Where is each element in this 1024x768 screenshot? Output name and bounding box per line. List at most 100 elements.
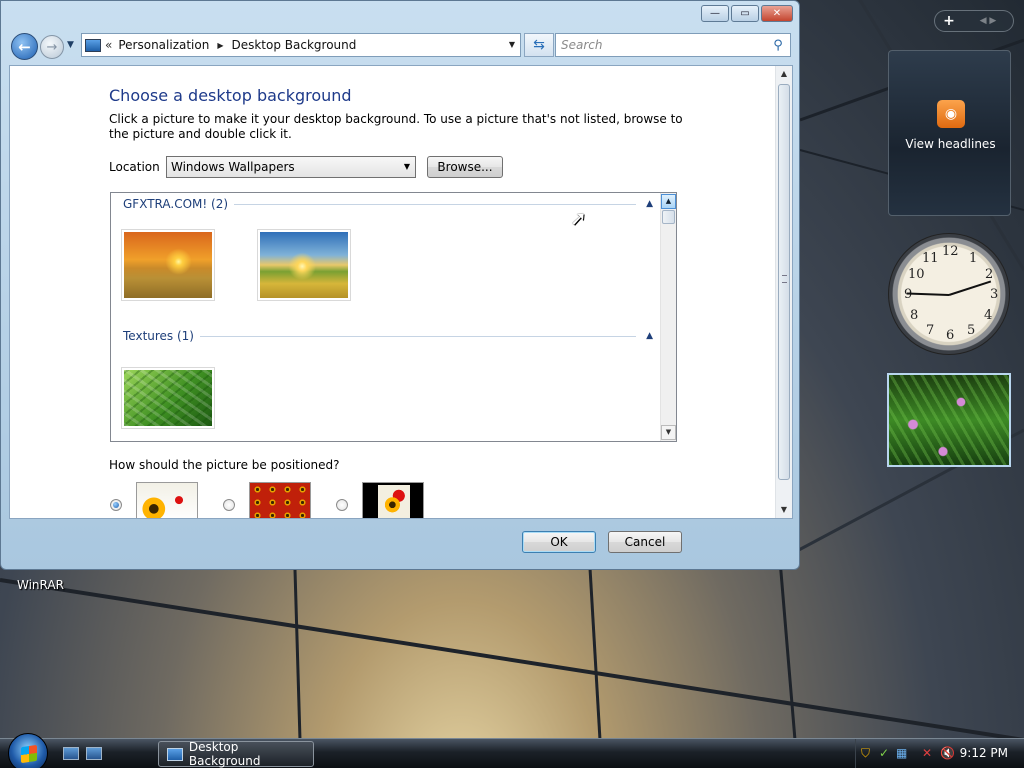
clock-numeral: 1 xyxy=(969,251,978,266)
feed-link[interactable]: View headlines xyxy=(889,137,1012,151)
cancel-button[interactable]: Cancel xyxy=(608,531,682,553)
position-fill-image[interactable] xyxy=(136,482,198,518)
picture-list: GFXTRA.COM! (2) ▲ Textures (1) ▲ ▲ ▼ xyxy=(110,192,677,442)
content-scroll-thumb[interactable] xyxy=(778,84,790,480)
search-icon[interactable]: ⚲ xyxy=(766,38,790,53)
close-button[interactable]: ✕ xyxy=(761,5,793,22)
breadcrumb-personalization[interactable]: Personalization xyxy=(118,38,209,52)
rss-icon: ◉ xyxy=(937,100,965,128)
group-divider xyxy=(200,335,637,337)
browse-button[interactable]: Browse... xyxy=(427,156,503,178)
start-button[interactable] xyxy=(8,733,48,768)
clock-numeral: 12 xyxy=(942,244,959,259)
network-icon[interactable]: ▦ xyxy=(896,746,907,760)
position-center-image[interactable] xyxy=(362,482,424,518)
content-pane: Choose a desktop background Click a pict… xyxy=(9,65,793,519)
group-name: GFXTRA.COM! (2) xyxy=(123,197,229,211)
sunrise-image xyxy=(260,232,348,298)
maximize-button[interactable]: ▭ xyxy=(731,5,759,22)
security-shield-icon[interactable]: ⛉ xyxy=(861,746,870,761)
wallpaper-thumbnail-sunrise[interactable] xyxy=(257,229,351,301)
clock-numeral: 5 xyxy=(967,323,976,338)
control-panel-icon xyxy=(167,747,183,761)
control-panel-icon xyxy=(85,38,101,52)
navigation-bar: ← → ▼ « Personalization ▶ Desktop Backgr… xyxy=(9,31,793,60)
sunset-image xyxy=(124,232,212,298)
sidebar-controls: + ◀ ▶ xyxy=(934,10,1014,32)
location-select[interactable]: Windows Wallpapers ▼ xyxy=(166,156,416,178)
position-radio-center[interactable] xyxy=(336,499,348,511)
refresh-button[interactable]: ⇆ xyxy=(524,33,554,57)
page-description: Click a picture to make it your desktop … xyxy=(109,112,683,141)
minute-hand xyxy=(948,280,992,296)
clock-gadget[interactable]: 12 1 2 3 4 5 6 7 8 9 10 11 xyxy=(888,233,1010,355)
back-arrow-icon: ← xyxy=(18,37,31,56)
collapse-icon[interactable]: ▲ xyxy=(646,331,653,341)
page-title: Choose a desktop background xyxy=(109,86,352,105)
sidebar-nav-icon[interactable]: ◀ ▶ xyxy=(963,16,1013,26)
address-dropdown-icon[interactable]: ▼ xyxy=(509,40,515,49)
show-desktop-icon[interactable] xyxy=(63,747,79,760)
position-tile-image[interactable] xyxy=(249,482,311,518)
group-header-textures[interactable]: Textures (1) ▲ xyxy=(123,329,653,343)
slideshow-gadget[interactable] xyxy=(887,373,1011,467)
volume-muted-icon[interactable]: 🔇 xyxy=(940,746,955,760)
location-value: Windows Wallpapers xyxy=(171,160,295,174)
scroll-down-arrow-icon[interactable]: ▼ xyxy=(776,502,792,518)
back-button[interactable]: ← xyxy=(11,33,38,60)
clock-numeral: 8 xyxy=(910,308,919,323)
group-name: Textures (1) xyxy=(123,329,194,343)
position-label: How should the picture be positioned? xyxy=(109,458,340,472)
picture-list-scrollbar[interactable]: ▲ ▼ xyxy=(660,193,676,441)
chevron-down-icon: ▼ xyxy=(403,162,410,171)
feed-headlines-gadget[interactable]: ◉ View headlines xyxy=(888,50,1011,216)
search-box[interactable]: Search ⚲ xyxy=(555,33,791,57)
scroll-thumb[interactable] xyxy=(662,210,675,224)
wallpaper-thumbnail-sunset[interactable] xyxy=(121,229,215,301)
clock-time[interactable]: 9:12 PM xyxy=(960,746,1008,760)
location-label: Location xyxy=(109,160,160,174)
clock-numeral: 3 xyxy=(990,287,999,302)
forward-arrow-icon: → xyxy=(46,39,58,55)
address-bar[interactable]: « Personalization ▶ Desktop Background ▼ xyxy=(81,33,521,57)
taskbar-button-label: Desktop Background xyxy=(188,740,261,768)
caption-buttons: — ▭ ✕ xyxy=(701,5,793,22)
desktop-icon-winrar[interactable]: WinRAR xyxy=(17,578,64,592)
recent-pages-dropdown[interactable]: ▼ xyxy=(67,40,74,50)
position-radio-tile[interactable] xyxy=(223,499,235,511)
address-overflow-icon[interactable]: « xyxy=(105,38,112,52)
switch-windows-icon[interactable] xyxy=(86,747,102,760)
refresh-icon: ⇆ xyxy=(533,37,545,53)
clock-numeral: 11 xyxy=(922,251,939,266)
clock-numeral: 6 xyxy=(946,328,955,343)
system-tray: ⛉ ✓ ▦ ✕ 🔇 9:12 PM xyxy=(855,739,1024,768)
search-input[interactable]: Search xyxy=(556,38,766,52)
ok-button[interactable]: OK xyxy=(522,531,596,553)
clock-numeral: 4 xyxy=(984,308,993,323)
add-gadget-icon[interactable]: + xyxy=(935,13,963,29)
fern-image xyxy=(124,370,212,426)
scroll-up-button[interactable]: ▲ xyxy=(661,194,676,209)
hour-hand xyxy=(906,292,950,296)
breadcrumb-separator-icon[interactable]: ▶ xyxy=(217,41,223,50)
network-disconnected-icon[interactable]: ✕ xyxy=(922,746,932,760)
grip-icon xyxy=(782,275,787,283)
collapse-icon[interactable]: ▲ xyxy=(646,199,653,209)
taskbar: Desktop Background ⛉ ✓ ▦ ✕ 🔇 9:12 PM xyxy=(0,733,1024,768)
scroll-down-button[interactable]: ▼ xyxy=(661,425,676,440)
windows-logo-icon xyxy=(21,744,37,764)
group-divider xyxy=(234,203,637,205)
content-scrollbar[interactable]: ▲ ▼ xyxy=(775,66,792,518)
position-radio-fill[interactable] xyxy=(110,499,122,511)
taskbar-button-desktop-background[interactable]: Desktop Background xyxy=(158,740,314,768)
forward-button[interactable]: → xyxy=(40,35,64,59)
wallpaper-thumbnail-fern[interactable] xyxy=(121,367,215,429)
mouse-cursor-icon: ➚ xyxy=(570,206,587,230)
clock-numeral: 7 xyxy=(926,323,935,338)
breadcrumb-desktop-background[interactable]: Desktop Background xyxy=(231,38,356,52)
clock-numeral: 10 xyxy=(908,267,925,282)
scroll-up-arrow-icon[interactable]: ▲ xyxy=(776,66,792,82)
safely-remove-icon[interactable]: ✓ xyxy=(879,746,889,760)
desktop-background-window: — ▭ ✕ ← → ▼ « Personalization ▶ Desktop … xyxy=(0,0,800,570)
minimize-button[interactable]: — xyxy=(701,5,729,22)
